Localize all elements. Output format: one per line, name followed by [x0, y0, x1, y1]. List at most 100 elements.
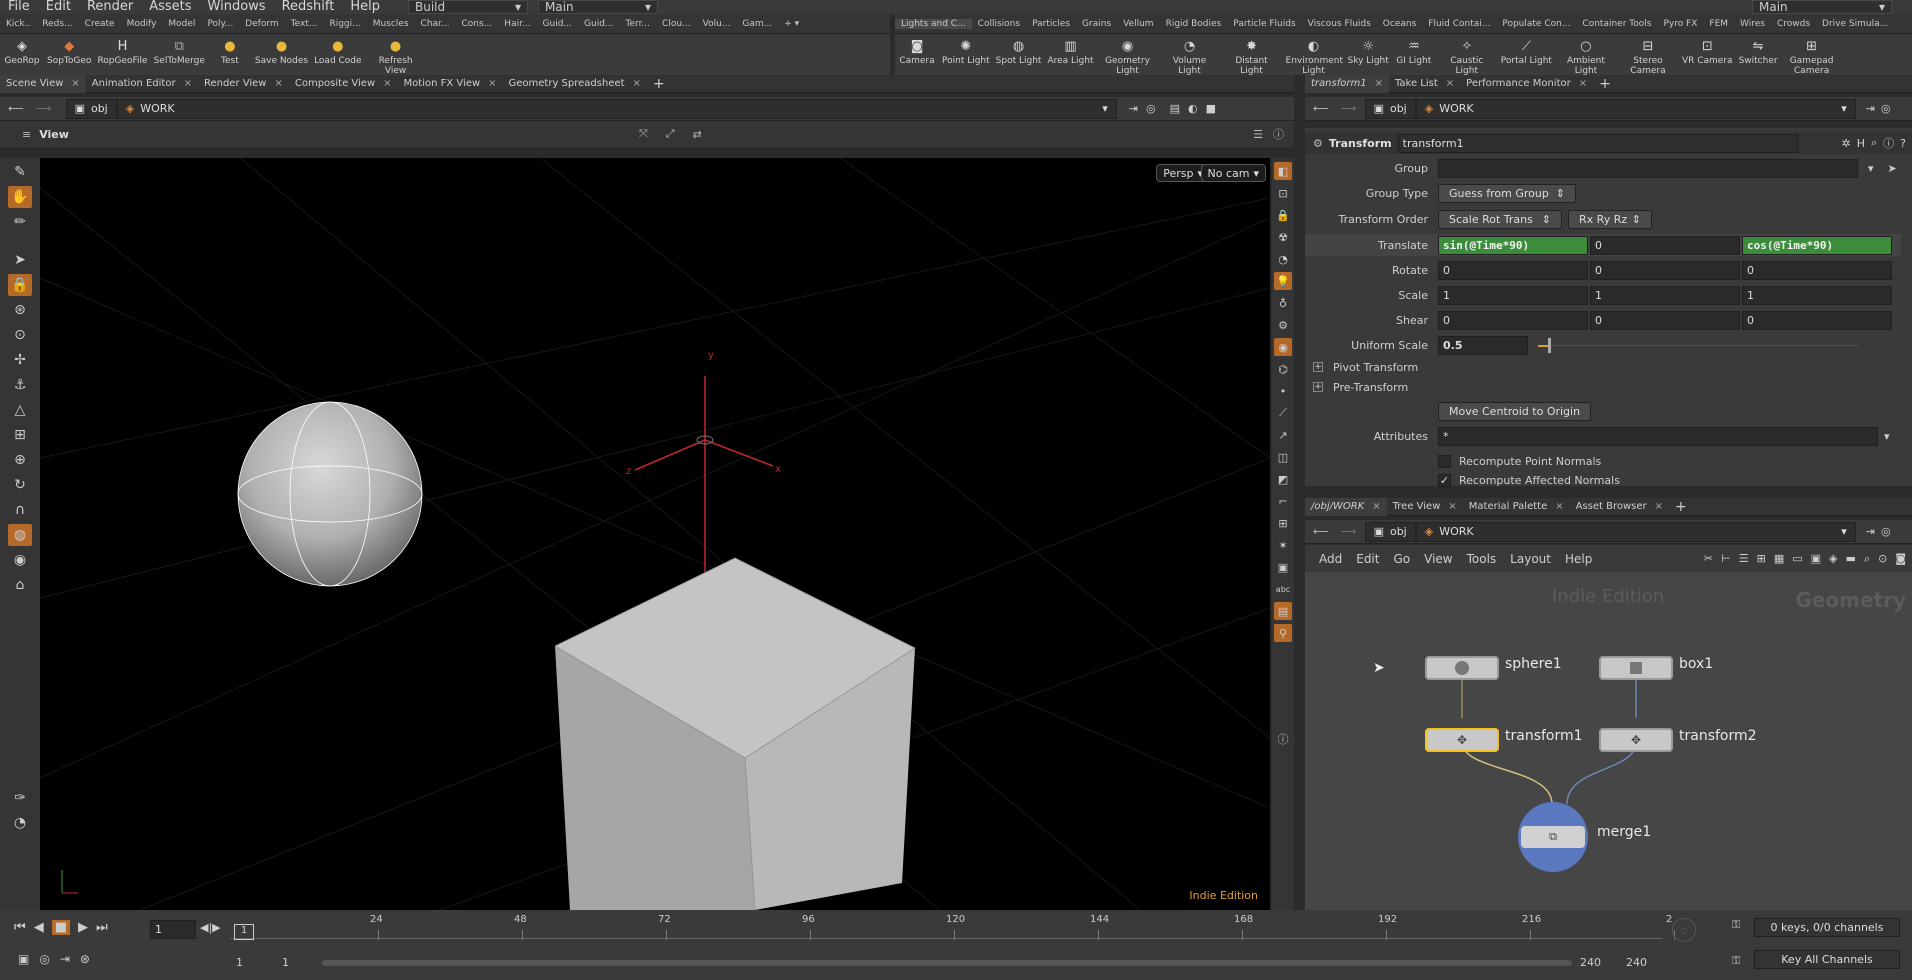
settings-icon[interactable]: ⊛ [80, 952, 90, 966]
shelf-tool-caustic-light[interactable]: ✧ Caustic Light [1436, 34, 1498, 77]
capture-icon[interactable]: ⌂ [8, 574, 32, 596]
menu-assets[interactable]: Assets [141, 0, 199, 14]
shelf-tab[interactable]: Vellum [1117, 19, 1159, 29]
path-work[interactable]: ◈ WORK ▾ [1415, 98, 1856, 119]
shelf-tab[interactable]: Char... [415, 19, 456, 29]
rotate-x-field[interactable]: 0 [1438, 260, 1588, 280]
rotate-z-field[interactable]: 0 [1742, 260, 1892, 280]
shelf-tab[interactable]: Riggi... [323, 19, 366, 29]
search-icon[interactable]: ⌕ [1871, 136, 1877, 150]
right-desktop-dropdown[interactable]: Main ▾ [1752, 0, 1892, 14]
range-start[interactable]: 1 [236, 956, 243, 969]
forward-arrow-icon[interactable]: ⟶ [1337, 525, 1361, 538]
snap-point-icon[interactable]: ⊙ [8, 324, 32, 346]
close-icon[interactable]: × [488, 78, 496, 89]
shelf-tool-georop[interactable]: ◈ GeoRop [0, 34, 44, 67]
translate-y-field[interactable]: 0 [1590, 235, 1740, 255]
help-icon[interactable]: ⓘ [1273, 126, 1284, 142]
shelf-tab[interactable]: Drive Simula... [1816, 19, 1894, 29]
shelf-tool-spot-light[interactable]: ◍ Spot Light [993, 34, 1045, 67]
tab-render-view[interactable]: Render View × [198, 75, 289, 93]
range-end[interactable]: 240 [1626, 956, 1647, 969]
move-centroid-button[interactable]: Move Centroid to Origin [1438, 401, 1592, 421]
tab-performance-monitor[interactable]: Performance Monitor × [1460, 75, 1593, 93]
select-arrow-icon[interactable]: ➤ [1888, 162, 1897, 175]
scale-icon[interactable]: ◫ [1274, 448, 1292, 466]
menu-add[interactable]: Add [1319, 552, 1342, 566]
shelf-tool-save-nodes[interactable]: ● Save Nodes [252, 34, 311, 67]
shelf-tool-point-light[interactable]: ✺ Point Light [939, 34, 993, 67]
menu-go[interactable]: Go [1393, 552, 1410, 566]
shelf-tool-portal-light[interactable]: ⟋ Portal Light [1498, 34, 1555, 67]
shelf-tab[interactable]: Guid... [537, 19, 578, 29]
text-label-icon[interactable]: abc [1274, 580, 1292, 598]
gear-icon[interactable]: ⚙ [1274, 316, 1292, 334]
desktop-dropdown[interactable]: Build ▾ [408, 0, 528, 14]
group-type-dropdown[interactable]: Guess from Group ⇕ [1438, 183, 1576, 203]
maximize-icon[interactable]: ■ [1206, 102, 1216, 115]
folder-pivot-transform[interactable]: + Pivot Transform [1305, 356, 1905, 378]
3d-viewport[interactable]: y z x Persp▾ No cam▾ Indie Edition [40, 158, 1270, 910]
recompute-affected-normals-checkbox[interactable]: ✓ [1438, 473, 1451, 487]
pin-icon[interactable]: ⇥ [1129, 102, 1138, 115]
network-editor[interactable]: Indie Edition Geometry sphere1 box1 ✥ tr… [1305, 572, 1912, 910]
close-icon[interactable]: × [71, 78, 79, 89]
tab-scene-view[interactable]: Scene View × [0, 74, 86, 93]
tab-tree-view[interactable]: Tree View × [1387, 498, 1463, 516]
shelf-tab[interactable]: Container Tools [1576, 19, 1657, 29]
vector-icon[interactable]: ↗ [1274, 426, 1292, 444]
transform-order-dropdown[interactable]: Scale Rot Trans ⇕ [1438, 209, 1562, 229]
shelf-tool-soptogeo[interactable]: ◆ SopToGeo [44, 34, 94, 67]
shelf-tab[interactable]: Pyro FX [1657, 19, 1703, 29]
close-icon[interactable]: × [1448, 501, 1456, 512]
pin-icon[interactable]: ⇥ [1866, 102, 1875, 115]
shelf-tool-geometry-light[interactable]: ◉ Geometry Light [1097, 34, 1159, 77]
shading-icon[interactable]: ◉ [1274, 338, 1292, 356]
frame-marker[interactable]: 1 [234, 924, 254, 940]
shelf-tab[interactable]: Particle Fluids [1227, 19, 1301, 29]
close-icon[interactable]: × [1555, 501, 1563, 512]
menu-view[interactable]: View [1424, 552, 1452, 566]
render-region-icon[interactable]: ◔ [8, 812, 32, 834]
brush-icon[interactable]: ✑ [8, 787, 32, 809]
uniform-scale-field[interactable]: 0.5 [1438, 335, 1528, 355]
shelf-tab[interactable]: Grains [1076, 19, 1117, 29]
box-geometry[interactable] [554, 557, 916, 910]
shelf-tab[interactable]: Particles [1026, 19, 1076, 29]
path-obj[interactable]: ▣ obj [1364, 521, 1416, 542]
folder-pre-transform[interactable]: + Pre-Transform [1305, 376, 1905, 398]
menu-tools[interactable]: Tools [1467, 552, 1497, 566]
menu-icon[interactable]: ≡ [22, 128, 31, 141]
translate-x-field[interactable]: sin(@Time*90) [1438, 235, 1588, 255]
shelf-tool-ambient-light[interactable]: ○ Ambient Light [1555, 34, 1617, 77]
shear-z-field[interactable]: 0 [1742, 310, 1892, 330]
expand-icon[interactable]: + [1313, 382, 1323, 392]
table-icon[interactable]: ▦ [1774, 552, 1784, 565]
point-icon[interactable]: • [1274, 382, 1292, 400]
shelf-tab[interactable]: Populate Con... [1496, 19, 1576, 29]
grid-icon[interactable]: ⊞ [1274, 514, 1292, 532]
add-tab-icon[interactable]: + [647, 75, 671, 93]
snapshot-icon[interactable]: ◙ [1895, 552, 1906, 565]
recompute-point-normals-checkbox[interactable] [1438, 454, 1451, 468]
display-options-icon[interactable]: ☰ [1253, 128, 1263, 141]
shelf-tab[interactable]: Fluid Contai... [1422, 19, 1496, 29]
attributes-field[interactable]: * [1438, 426, 1878, 446]
cone-icon[interactable]: △ [8, 399, 32, 421]
shelf-tool-environment-light[interactable]: ◐ Environment Light [1283, 34, 1345, 77]
range-slider[interactable] [322, 960, 1572, 966]
uv-icon[interactable]: ◩ [1274, 470, 1292, 488]
scale-y-field[interactable]: 1 [1590, 285, 1740, 305]
link-icon[interactable]: ◎ [1881, 525, 1891, 538]
note-icon[interactable]: ▭ [1792, 552, 1802, 565]
shelf-tab[interactable]: Viscous Fluids [1302, 19, 1377, 29]
paint-tool-icon[interactable]: ✏ [8, 211, 32, 233]
background-icon[interactable]: ▣ [1274, 558, 1292, 576]
light-icon[interactable]: 💡 [1274, 272, 1292, 290]
menu-help[interactable]: Help [342, 0, 388, 14]
add-shelf-icon[interactable]: + ▾ [778, 19, 805, 29]
shelf-tab[interactable]: Reds... [36, 19, 78, 29]
scale-z-field[interactable]: 1 [1742, 285, 1892, 305]
shelf-tab[interactable]: Poly... [201, 19, 239, 29]
node-transform1[interactable]: ✥ [1425, 728, 1499, 752]
